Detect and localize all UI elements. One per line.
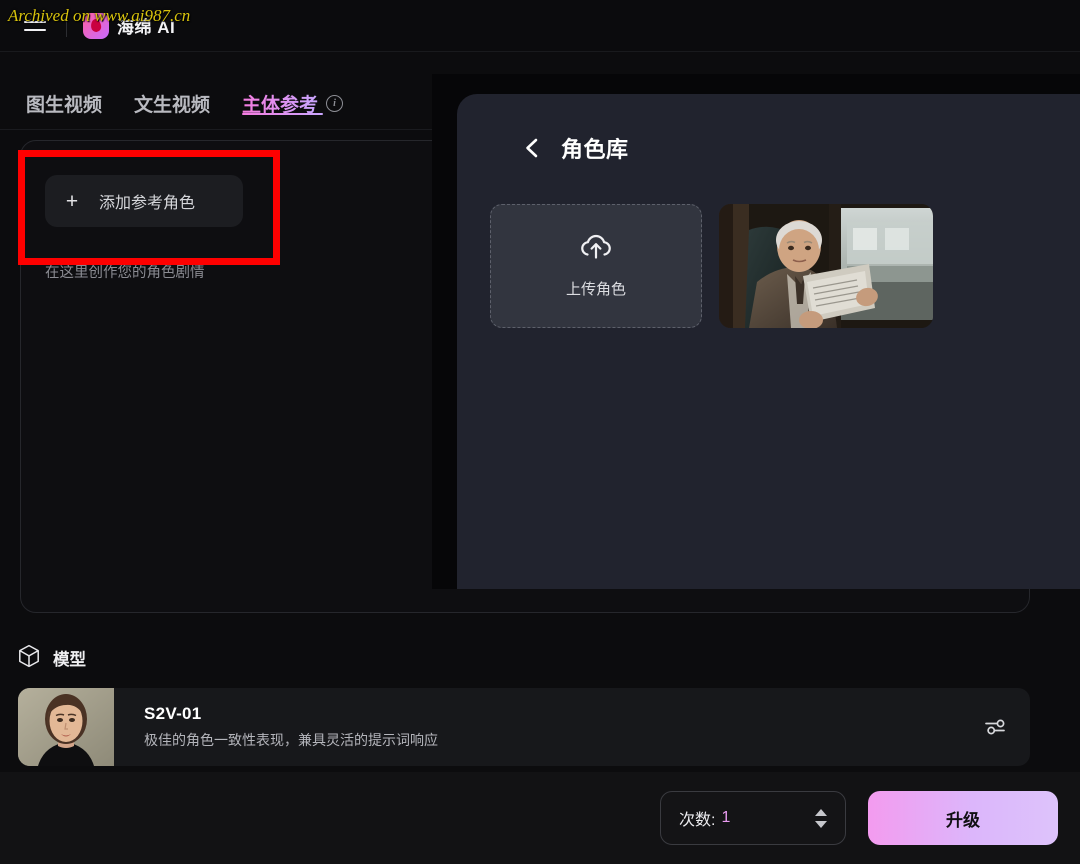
model-name: S2V-01: [144, 704, 438, 724]
flame-shape: [90, 18, 102, 32]
tab-label: 图生视频: [26, 90, 102, 117]
count-stepper[interactable]: 次数: 1: [660, 791, 846, 845]
modal-body: 上传角色: [490, 204, 1080, 328]
hamburger-menu-icon[interactable]: [18, 9, 52, 43]
model-meta: S2V-01 极佳的角色一致性表现，兼具灵活的提示词响应: [144, 704, 438, 750]
sliders-icon[interactable]: [980, 712, 1010, 742]
upload-character-label: 上传角色: [566, 278, 626, 299]
top-bar: 海绵 AI: [0, 0, 1080, 52]
toolbar-divider: [66, 15, 67, 37]
cloud-upload-icon: [578, 233, 614, 266]
model-section-title: 模型: [53, 646, 86, 670]
tab-label: 主体参考: [242, 90, 318, 117]
tab-subject-reference[interactable]: 主体参考 i: [242, 52, 343, 129]
count-value: 1: [721, 809, 730, 827]
tab-text-to-video[interactable]: 文生视频: [134, 52, 210, 129]
character-library-modal: 角色库 上传角色: [457, 94, 1080, 589]
stepper-controls: [815, 809, 827, 828]
bottom-action-bar: 次数: 1 升级: [0, 772, 1080, 864]
caret-down-icon[interactable]: [815, 821, 827, 828]
modal-title: 角色库: [561, 132, 629, 164]
upload-character-card[interactable]: 上传角色: [490, 204, 702, 328]
model-list-item[interactable]: S2V-01 极佳的角色一致性表现，兼具灵活的提示词响应: [18, 688, 1030, 766]
add-reference-role-button[interactable]: + 添加参考角色: [45, 175, 243, 227]
hamburger-line: [24, 21, 46, 23]
plus-icon: +: [45, 191, 99, 212]
cube-icon: [18, 644, 40, 673]
tab-image-to-video[interactable]: 图生视频: [26, 52, 102, 129]
model-description: 极佳的角色一致性表现，兼具灵活的提示词响应: [144, 730, 438, 750]
model-section-header: 模型: [18, 642, 1030, 674]
add-reference-role-label: 添加参考角色: [99, 189, 195, 213]
caret-up-icon[interactable]: [815, 809, 827, 816]
prompt-placeholder-hint[interactable]: 在这里创作您的角色剧情: [45, 261, 205, 282]
brand-name: 海绵 AI: [117, 13, 175, 38]
count-label: 次数:: [679, 806, 715, 830]
character-thumbnail[interactable]: [719, 204, 933, 328]
upgrade-button[interactable]: 升级: [868, 791, 1058, 845]
hamburger-line: [24, 29, 46, 31]
flame-logo-icon: [83, 13, 109, 39]
modal-header: 角色库: [457, 94, 1080, 202]
tab-label: 文生视频: [134, 90, 210, 117]
chevron-left-icon[interactable]: [521, 137, 543, 159]
info-icon[interactable]: i: [326, 95, 343, 112]
model-section: 模型: [18, 642, 1030, 766]
brand-logo[interactable]: 海绵 AI: [83, 13, 175, 39]
model-avatar: [18, 688, 114, 766]
